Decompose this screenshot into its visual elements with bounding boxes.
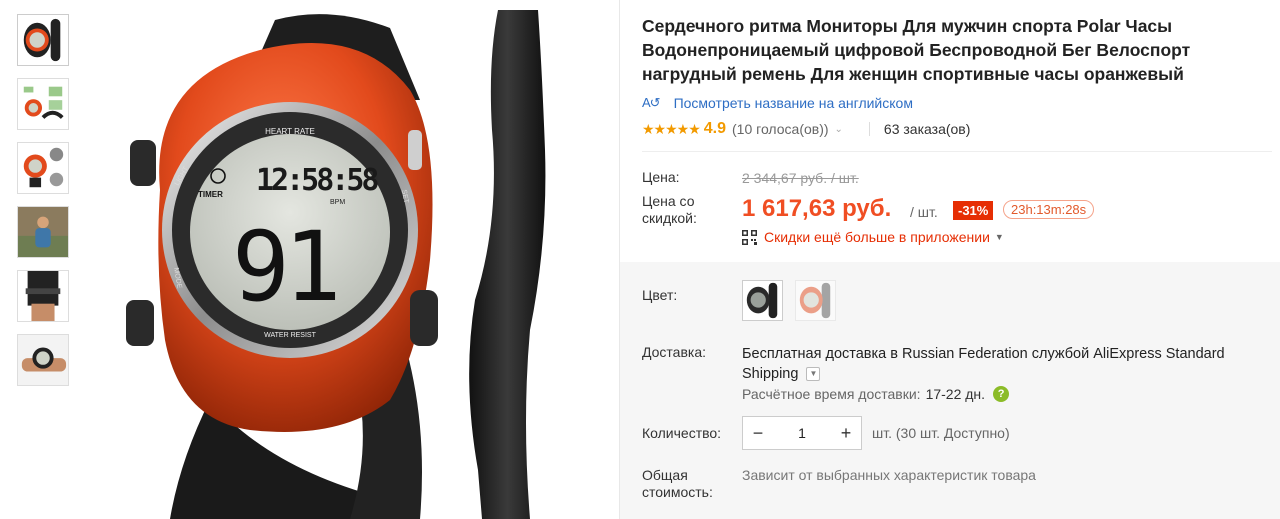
caret-down-icon: ▼ [994,232,1004,242]
qr-code-icon [742,229,757,245]
quantity-stepper: − + [742,416,862,450]
color-swatch-black[interactable] [742,280,783,321]
countdown-timer: 23h:13m:28s [1003,200,1095,219]
delivery-estimate: Расчётное время доставки: 17-22 дн. ? [742,386,1010,402]
quantity-increase-button[interactable]: + [831,417,861,449]
current-price: 1 617,63 руб. [742,195,892,222]
translate-icon: A↺ [642,95,661,110]
thumbnail-1[interactable] [17,14,69,66]
color-label: Цвет: [642,287,678,303]
quantity-input[interactable] [773,417,831,449]
water-resist-label: WATER RESIST [264,332,316,339]
heart-rate-label: HEART RATE [265,127,315,136]
thumbnail-3[interactable] [17,142,69,194]
shipping-dropdown-icon[interactable]: ▼ [806,367,821,382]
product-info-panel: Сердечного ритма Мониторы Для мужчин спо… [620,0,1280,519]
section-divider [642,151,1272,152]
chest-strap [469,10,546,519]
eta-label: Расчётное время доставки: [742,386,921,402]
orders-count: 63 заказа(ов) [883,121,971,137]
thumbnail-2[interactable] [17,78,69,130]
timer-label: TIMER [198,190,223,199]
thumbnail-gallery [17,14,71,398]
star-rating-icon: ★★★★★ [642,120,701,137]
shipping-label: Доставка: [642,344,707,360]
translate-title-link[interactable]: A↺ Посмотреть название на английском [642,95,913,111]
thumbnail-5[interactable] [17,270,69,322]
availability-text: шт. (30 шт. Доступно) [872,425,1010,441]
votes-count[interactable]: (10 голоса(ов)) [732,121,829,137]
color-swatch-orange[interactable] [795,280,836,321]
quantity-label: Количество: [642,425,722,441]
total-note: Зависит от выбранных характеристик товар… [742,467,1036,483]
main-product-image: HEART RATE LIGHT TIMER 12:58:58 BPM 91 M… [90,0,620,519]
thumbnail-6[interactable] [17,334,69,386]
discount-price-label: Цена со скидкой: [642,193,697,226]
eta-days: 17-22 дн. [925,386,986,402]
shipping-info: Бесплатная доставка в Russian Federation… [742,344,1272,384]
product-title: Сердечного ритма Мониторы Для мужчин спо… [642,16,1191,84]
bpm-label: BPM [330,199,345,206]
rating-row: ★★★★★ 4.9 (10 голоса(ов)) ⌄ 63 заказа(ов… [642,120,970,138]
quantity-decrease-button[interactable]: − [743,417,773,449]
per-unit-label: / шт. [910,204,938,220]
old-price: 2 344,67 руб. / шт. [742,170,859,186]
translate-link-text: Посмотреть название на английском [673,95,913,111]
clock-display: 12:58:58 [256,163,378,198]
thumbnail-4[interactable] [17,206,69,258]
help-icon[interactable]: ? [993,386,1010,402]
total-label: Общая стоимость: [642,467,713,500]
app-discount-text: Скидки ещё больше в приложении [764,229,990,245]
bpm-value: 91 [232,211,336,323]
rating-value: 4.9 [703,120,727,137]
discount-badge: -31% [953,201,994,220]
divider [868,122,870,136]
chevron-down-icon[interactable]: ⌄ [835,124,843,135]
price-label: Цена: [642,169,680,185]
app-discount-link[interactable]: Скидки ещё больше в приложении ▼ [742,229,1004,245]
